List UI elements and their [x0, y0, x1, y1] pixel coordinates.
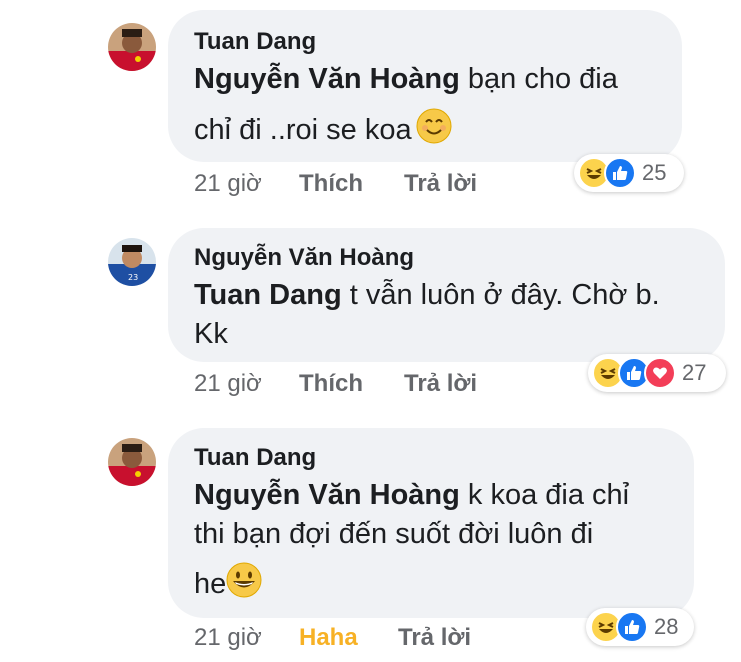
comment-actions: 21 giờ Thích Trả lời: [194, 169, 477, 199]
mention-link[interactable]: Tuan Dang: [194, 279, 342, 311]
reply-link[interactable]: Trả lời: [404, 369, 477, 399]
like-link[interactable]: Thích: [299, 369, 404, 399]
grinning-face-emoji: [226, 562, 262, 607]
comment-text-line: chỉ đi ..roi se koa: [194, 108, 452, 153]
love-reaction-icon: [644, 357, 676, 389]
reaction-count: 28: [654, 614, 679, 639]
comment-author[interactable]: Tuan Dang: [194, 443, 316, 473]
haha-link[interactable]: Haha: [299, 623, 398, 653]
comment-actions: 21 giờ Haha Trả lời: [194, 623, 471, 653]
comment-author[interactable]: Tuan Dang: [194, 27, 316, 57]
avatar[interactable]: 23: [108, 238, 156, 286]
reaction-summary[interactable]: 28: [586, 608, 694, 646]
like-reaction-icon: [604, 157, 636, 189]
mention-link[interactable]: Nguyễn Văn Hoàng: [194, 479, 460, 511]
mention-link[interactable]: Nguyễn Văn Hoàng: [194, 63, 460, 95]
avatar[interactable]: [108, 23, 156, 71]
reply-link[interactable]: Trả lời: [404, 169, 477, 199]
comment-text-line: Nguyễn Văn Hoàng bạn cho đia: [194, 63, 618, 95]
reaction-count: 25: [642, 160, 667, 185]
svg-text:23: 23: [128, 273, 138, 282]
comment-author[interactable]: Nguyễn Văn Hoàng: [194, 243, 414, 273]
reply-link[interactable]: Trả lời: [398, 623, 471, 653]
comment-text-line: thi bạn đợi đến suốt đời luôn đi: [194, 518, 594, 550]
comment-text-line: Kk: [194, 318, 228, 350]
smiling-face-emoji: [416, 108, 452, 153]
like-link[interactable]: Thích: [299, 169, 404, 199]
comment-timestamp[interactable]: 21 giờ: [194, 623, 299, 653]
avatar[interactable]: [108, 438, 156, 486]
comment-text-line: Tuan Dang t vẫn luôn ở đây. Chờ b.: [194, 279, 660, 311]
comment-text-line: Nguyễn Văn Hoàng k koa đia chỉ: [194, 479, 630, 511]
comment-text-line: he: [194, 562, 262, 607]
comment-actions: 21 giờ Thích Trả lời: [194, 369, 477, 399]
comment-timestamp[interactable]: 21 giờ: [194, 369, 299, 399]
reaction-summary[interactable]: 25: [574, 154, 684, 192]
reaction-count: 27: [682, 360, 707, 385]
reaction-summary[interactable]: 27: [588, 354, 726, 392]
comment-timestamp[interactable]: 21 giờ: [194, 169, 299, 199]
like-reaction-icon: [616, 611, 648, 643]
